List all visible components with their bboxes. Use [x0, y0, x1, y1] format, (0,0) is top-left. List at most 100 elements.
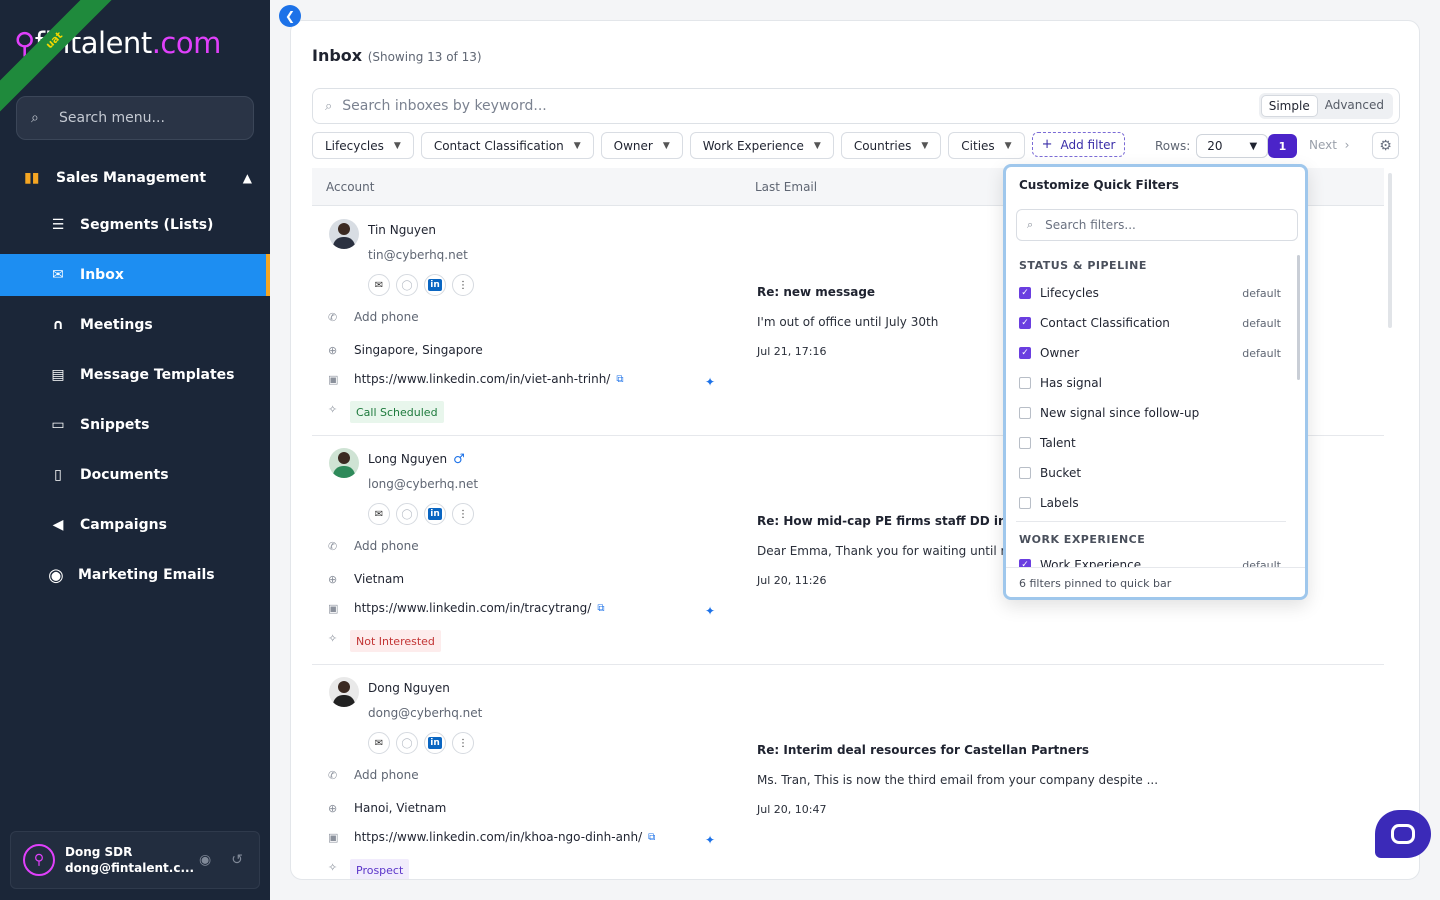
more-icon[interactable]: ⋮: [452, 732, 474, 754]
status-badge[interactable]: Not Interested: [350, 630, 441, 652]
rows-select[interactable]: 20 ▼: [1196, 134, 1269, 158]
filter-search-input[interactable]: ⌕ Search filters...: [1016, 209, 1298, 241]
avatar: ⚲: [23, 844, 55, 876]
sparkle-icon[interactable]: ✦: [705, 375, 715, 389]
filter-option-lifecycles[interactable]: ✓ Lifecycles default: [1019, 283, 1281, 303]
contact-name[interactable]: Long Nguyen ♂: [368, 452, 465, 467]
filter-option-has-signal[interactable]: Has signal: [1019, 373, 1281, 393]
filter-contact-classification[interactable]: Contact Classification ▼: [420, 132, 594, 159]
quick-filter-bar: Lifecycles ▼ Contact Classification ▼ Owne…: [312, 132, 1126, 159]
whatsapp-icon[interactable]: ◯: [396, 503, 418, 525]
phone-field[interactable]: ✆ Add phone: [328, 768, 419, 782]
contact-name[interactable]: Tin Nguyen: [368, 223, 436, 237]
sidebar: uat ⚲fintalent.com ⌕ Search menu... ▮▮ S…: [0, 0, 270, 900]
eye-icon[interactable]: ◉: [199, 852, 211, 868]
chat-icon: [1391, 824, 1415, 844]
linkedin-icon[interactable]: in: [424, 732, 446, 754]
list-icon: ☰: [51, 217, 65, 233]
sidebar-item-inbox[interactable]: ✉ Inbox: [0, 254, 270, 296]
customize-quick-filters-dropdown: Customize Quick Filters ⌕ Search filters…: [1003, 164, 1308, 600]
sidebar-item-documents[interactable]: ▯ Documents: [0, 454, 270, 496]
column-account[interactable]: Account: [326, 180, 374, 194]
search-menu-input[interactable]: ⌕ Search menu...: [16, 96, 254, 140]
email-subject[interactable]: Re: Interim deal resources for Castellan…: [757, 743, 1089, 757]
nav-group-sales: ▮▮ Sales Management ▲ ☰ Segments (Lists)…: [0, 160, 270, 596]
nav-group-header[interactable]: ▮▮ Sales Management ▲: [0, 160, 270, 196]
sidebar-item-meetings[interactable]: ∩ Meetings: [0, 304, 270, 346]
phone-field[interactable]: ✆ Add phone: [328, 310, 419, 324]
sidebar-item-message-templates[interactable]: ▤ Message Templates: [0, 354, 270, 396]
page-number-button[interactable]: 1: [1268, 134, 1297, 158]
mode-simple[interactable]: Simple: [1260, 95, 1318, 117]
phone-icon: ✆: [328, 768, 338, 782]
filter-option-owner[interactable]: ✓ Owner default: [1019, 343, 1281, 363]
rows-per-page: Rows: 20 ▼: [1155, 134, 1269, 158]
globe-icon: ⊕: [328, 343, 338, 357]
collapse-sidebar-button[interactable]: ❮: [279, 5, 301, 27]
search-icon: ⌕: [325, 98, 333, 114]
filter-lifecycles[interactable]: Lifecycles ▼: [312, 132, 414, 159]
linkedin-icon[interactable]: in: [424, 274, 446, 296]
external-link-icon: ⧉: [648, 831, 656, 843]
email-subject[interactable]: Re: How mid-cap PE firms staff DD in 5 d…: [757, 514, 1040, 528]
email-icon[interactable]: ✉: [368, 274, 390, 296]
contact-actions: ✉ ◯ in ⋮: [368, 274, 474, 296]
sidebar-item-campaigns[interactable]: ◀ Campaigns: [0, 504, 270, 546]
filter-work-experience[interactable]: Work Experience ▼: [689, 132, 834, 159]
linkedin-link[interactable]: ▣ https://www.linkedin.com/in/khoa-ngo-di…: [328, 830, 655, 844]
filter-countries[interactable]: Countries ▼: [840, 132, 942, 159]
sparkle-icon: ✧: [328, 632, 338, 645]
checkbox: [1019, 407, 1031, 419]
chat-widget-button[interactable]: [1375, 810, 1431, 858]
email-preview: I'm out of office until July 30th: [757, 315, 939, 329]
filter-option-labels[interactable]: Labels: [1019, 493, 1281, 513]
user-email: dong@fintalent.c...: [65, 861, 195, 875]
more-icon[interactable]: ⋮: [452, 274, 474, 296]
filter-option-bucket[interactable]: Bucket: [1019, 463, 1281, 483]
whatsapp-icon[interactable]: ◯: [396, 732, 418, 754]
sparkle-icon[interactable]: ✦: [705, 833, 715, 847]
mode-advanced[interactable]: Advanced: [1318, 95, 1391, 117]
filter-cities[interactable]: Cities ▼: [948, 132, 1025, 159]
sidebar-item-snippets[interactable]: ▭ Snippets: [0, 404, 270, 446]
next-page-button[interactable]: Next ›: [1309, 138, 1349, 152]
email-subject[interactable]: Re: new message: [757, 285, 875, 299]
whatsapp-icon[interactable]: ◯: [396, 274, 418, 296]
section-status-pipeline: STATUS & PIPELINE: [1019, 259, 1147, 272]
status-badge[interactable]: Call Scheduled: [350, 401, 444, 423]
more-icon[interactable]: ⋮: [452, 503, 474, 525]
email-icon[interactable]: ✉: [368, 503, 390, 525]
add-filter-button[interactable]: + Add filter: [1031, 132, 1126, 157]
phone-field[interactable]: ✆ Add phone: [328, 539, 419, 553]
contact-name[interactable]: Dong Nguyen: [368, 681, 450, 695]
logout-icon[interactable]: ↺: [231, 852, 243, 868]
sidebar-item-segments[interactable]: ☰ Segments (Lists): [0, 204, 270, 246]
chevron-left-icon: ❮: [284, 9, 296, 23]
contact-email: tin@cyberhq.net: [368, 248, 468, 262]
snippet-icon: ▭: [51, 417, 65, 433]
sidebar-item-marketing-emails[interactable]: ◉ Marketing Emails: [0, 554, 270, 596]
sparkle-icon[interactable]: ✦: [705, 604, 715, 618]
linkedin-link[interactable]: ▣ https://www.linkedin.com/in/tracytrang/…: [328, 601, 604, 615]
filter-option-contact-classification[interactable]: ✓ Contact Classification default: [1019, 313, 1281, 333]
linkedin-link[interactable]: ▣ https://www.linkedin.com/in/viet-anh-tr…: [328, 372, 624, 386]
email-date: Jul 20, 11:26: [757, 574, 827, 587]
table-scrollbar[interactable]: [1388, 173, 1392, 328]
dropdown-scrollbar[interactable]: [1297, 255, 1300, 380]
inbox-search-input[interactable]: ⌕ Search inboxes by keyword... Simple Ad…: [312, 88, 1400, 124]
chevron-down-icon: ▼: [393, 140, 401, 151]
divider: [1016, 521, 1286, 522]
column-last-email[interactable]: Last Email: [755, 180, 817, 194]
filter-owner[interactable]: Owner ▼: [600, 132, 683, 159]
email-date: Jul 21, 17:16: [757, 345, 827, 358]
user-card[interactable]: ⚲ Dong SDR dong@fintalent.c... ◉ ↺: [10, 831, 260, 889]
inbox-icon: ✉: [52, 267, 64, 283]
linkedin-icon[interactable]: in: [424, 503, 446, 525]
filter-option-talent[interactable]: Talent: [1019, 433, 1281, 453]
settings-button[interactable]: ⚙: [1372, 132, 1399, 159]
chevron-down-icon: ▼: [813, 140, 821, 151]
status-badge[interactable]: Prospect: [350, 859, 410, 879]
table-row[interactable]: Dong Nguyen dong@cyberhq.net ✉ ◯ in ⋮ ✆ A…: [312, 665, 1384, 879]
email-icon[interactable]: ✉: [368, 732, 390, 754]
filter-option-new-signal[interactable]: New signal since follow-up: [1019, 403, 1281, 423]
